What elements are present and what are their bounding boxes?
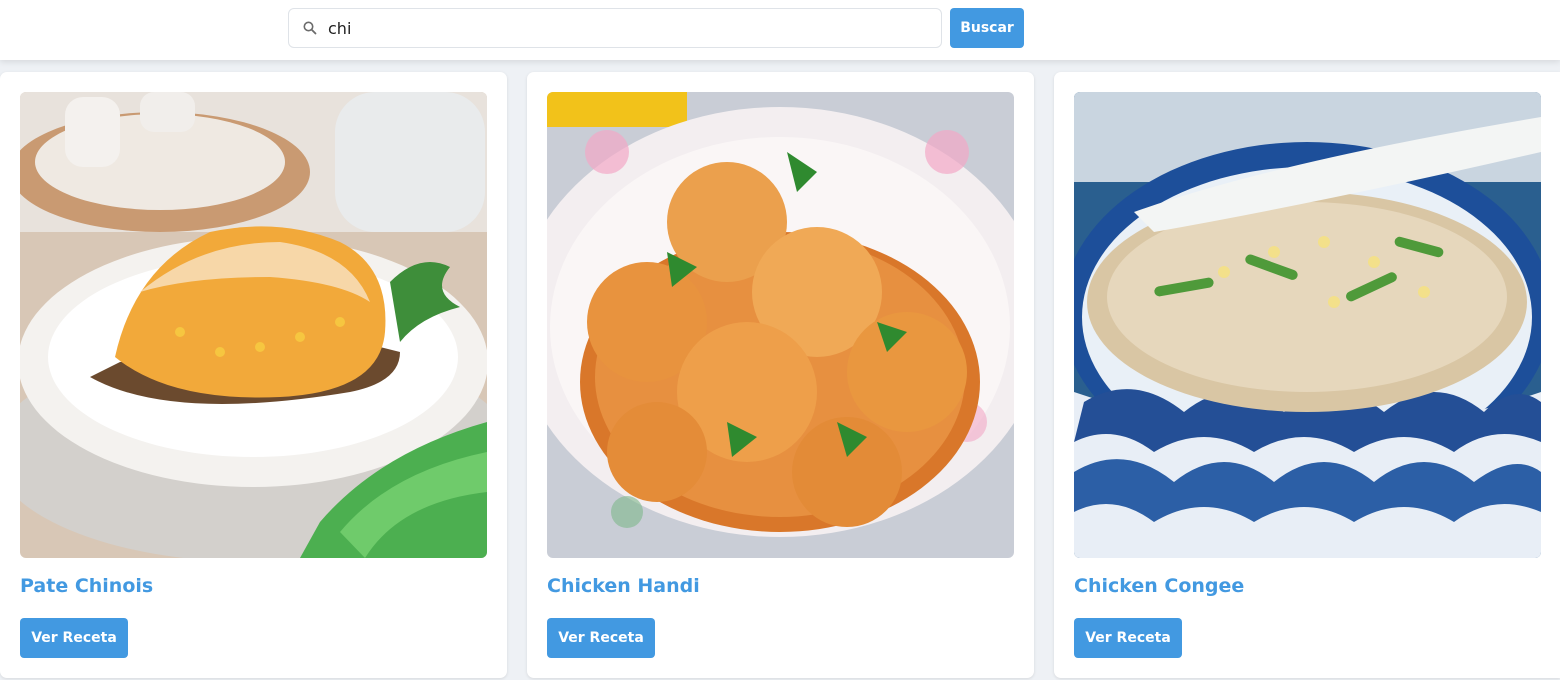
recipe-title[interactable]: Chicken Handi (547, 575, 700, 597)
recipe-card: Chicken Congee Ver Receta (1054, 72, 1560, 678)
recipe-image-chicken-congee[interactable] (1074, 92, 1541, 558)
search-input[interactable] (328, 10, 908, 46)
recipe-image-pate-chinois[interactable] (20, 92, 487, 558)
recipe-grid: Pate Chinois Ver Receta Chicken Handi Ve… (0, 72, 1560, 680)
recipe-image-chicken-handi[interactable] (547, 92, 1014, 558)
search-button[interactable]: Buscar (950, 8, 1024, 48)
view-recipe-button[interactable]: Ver Receta (547, 618, 655, 658)
recipe-card: Chicken Handi Ver Receta (527, 72, 1034, 678)
recipe-card: Pate Chinois Ver Receta (0, 72, 507, 678)
top-search-bar: Buscar (0, 0, 1560, 60)
view-recipe-button[interactable]: Ver Receta (1074, 618, 1182, 658)
search-icon (303, 21, 317, 35)
recipe-title[interactable]: Pate Chinois (20, 575, 153, 597)
recipe-title[interactable]: Chicken Congee (1074, 575, 1244, 597)
view-recipe-button[interactable]: Ver Receta (20, 618, 128, 658)
search-box[interactable] (288, 8, 942, 48)
